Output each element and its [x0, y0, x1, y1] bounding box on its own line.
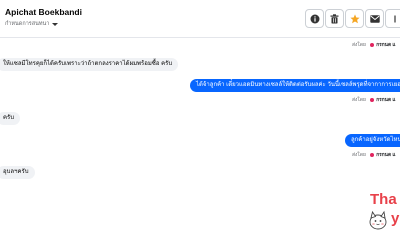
sent-by-label: ส่งโดย: [352, 98, 366, 103]
agent-avatar-icon: [369, 42, 375, 48]
sent-by-marker: ส่งโดย กรกนด แ: [352, 41, 396, 49]
cat-mascot-icon: [369, 210, 387, 230]
star-button[interactable]: [345, 9, 364, 28]
incoming-message: อุบลฯครับ: [0, 166, 35, 179]
mail-button[interactable]: [365, 9, 384, 28]
sent-by-marker: ส่งโดย กรกนด แ: [352, 151, 396, 159]
thank-you-sticker: Tha y: [369, 191, 400, 230]
more-button[interactable]: [385, 9, 400, 28]
chevron-down-icon: [52, 22, 59, 26]
assignee-dropdown[interactable]: กำหนดการสนทนา: [5, 20, 59, 28]
outgoing-message: ลูกค้าอยู่จังหวัดไหน: [345, 134, 400, 147]
delete-button[interactable]: [325, 9, 344, 28]
conversation-header: Apichat Boekbandi กำหนดการสนทนา: [0, 0, 400, 38]
more-icon: [393, 15, 396, 22]
sent-by-label: ส่งโดย: [352, 153, 366, 158]
agent-name: กรกนด แ: [376, 153, 396, 158]
sent-by-label: ส่งโดย: [352, 43, 366, 48]
agent-name: กรกนด แ: [376, 98, 396, 103]
sticker-text-line2: y: [391, 210, 400, 227]
contact-name: Apichat Boekbandi: [5, 7, 82, 17]
info-button[interactable]: [305, 9, 324, 28]
outgoing-message: ได้จ้าลูกค้า เดี๋ยวแอดมินทางเซลล์ให้ติดต…: [190, 79, 400, 92]
sticker-text-line1: Tha: [370, 191, 397, 208]
trash-icon: [330, 13, 339, 23]
star-icon: [349, 13, 360, 23]
agent-avatar-icon: [369, 152, 375, 158]
sent-by-marker: ส่งโดย กรกนด แ: [352, 96, 396, 104]
agent-avatar-icon: [369, 97, 375, 103]
incoming-message: ให้แซลมีโทรคุยก็ได้ครับเพราะว่าถ้าตกลงรา…: [0, 58, 179, 71]
mail-icon: [369, 14, 380, 23]
info-icon: [310, 14, 319, 23]
incoming-message: ครับ: [0, 112, 21, 125]
agent-name: กรกนด แ: [376, 43, 396, 48]
assignee-label: กำหนดการสนทนา: [5, 21, 50, 27]
